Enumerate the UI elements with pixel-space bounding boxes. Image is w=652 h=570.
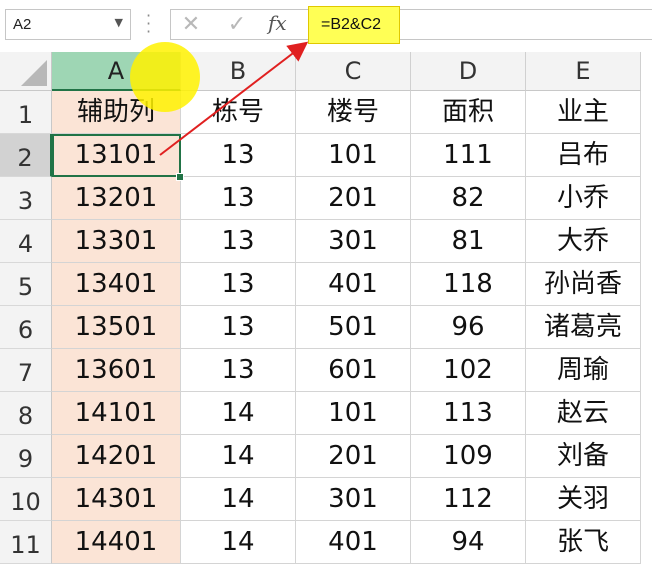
cell-b8[interactable]: 14 (181, 392, 296, 435)
cell-e5[interactable]: 孙尚香 (526, 263, 641, 306)
cell-b6[interactable]: 13 (181, 306, 296, 349)
insert-function-icon[interactable]: fx (268, 11, 287, 35)
cell-a8[interactable]: 14101 (52, 392, 181, 435)
cell-a6[interactable]: 13501 (52, 306, 181, 349)
formula-highlight[interactable]: =B2&C2 (308, 6, 400, 44)
row-header-5[interactable]: 5 (0, 263, 52, 306)
cell-e11[interactable]: 张飞 (526, 521, 641, 564)
cell-d7[interactable]: 102 (411, 349, 526, 392)
enter-icon[interactable]: ✓ (222, 10, 252, 40)
row-header-2[interactable]: 2 (0, 134, 52, 177)
cell-c1[interactable]: 楼号 (296, 91, 411, 134)
formula-bar-area: A2 ▼ · · · ✕ ✓ fx =B2&C2 (0, 0, 652, 50)
cell-a10[interactable]: 14301 (52, 478, 181, 521)
cell-a4[interactable]: 13301 (52, 220, 181, 263)
cell-d3[interactable]: 82 (411, 177, 526, 220)
cell-e2[interactable]: 吕布 (526, 134, 641, 177)
splitter-handle-icon[interactable]: · · · (146, 8, 151, 40)
cell-c10[interactable]: 301 (296, 478, 411, 521)
cell-e9[interactable]: 刘备 (526, 435, 641, 478)
cell-a9[interactable]: 14201 (52, 435, 181, 478)
cell-a11[interactable]: 14401 (52, 521, 181, 564)
row-header-3[interactable]: 3 (0, 177, 52, 220)
cell-b7[interactable]: 13 (181, 349, 296, 392)
row-header-1[interactable]: 1 (0, 91, 52, 134)
select-all-icon (21, 60, 47, 86)
cell-d8[interactable]: 113 (411, 392, 526, 435)
cell-c2[interactable]: 101 (296, 134, 411, 177)
cell-b1[interactable]: 栋号 (181, 91, 296, 134)
cell-e6[interactable]: 诸葛亮 (526, 306, 641, 349)
row-header-8[interactable]: 8 (0, 392, 52, 435)
cell-b2[interactable]: 13 (181, 134, 296, 177)
row-header-4[interactable]: 4 (0, 220, 52, 263)
cell-e8[interactable]: 赵云 (526, 392, 641, 435)
cell-d11[interactable]: 94 (411, 521, 526, 564)
cell-a7[interactable]: 13601 (52, 349, 181, 392)
cell-c5[interactable]: 401 (296, 263, 411, 306)
cell-c3[interactable]: 201 (296, 177, 411, 220)
cell-d6[interactable]: 96 (411, 306, 526, 349)
cursor-highlight (130, 42, 200, 112)
name-box-value: A2 (13, 16, 32, 33)
column-header-d[interactable]: D (411, 52, 526, 91)
cell-c7[interactable]: 601 (296, 349, 411, 392)
cell-b11[interactable]: 14 (181, 521, 296, 564)
formula-text: =B2&C2 (321, 16, 382, 33)
cell-d9[interactable]: 109 (411, 435, 526, 478)
cell-d2[interactable]: 111 (411, 134, 526, 177)
cell-e3[interactable]: 小乔 (526, 177, 641, 220)
cell-d4[interactable]: 81 (411, 220, 526, 263)
cell-c8[interactable]: 101 (296, 392, 411, 435)
cell-a5[interactable]: 13401 (52, 263, 181, 306)
cell-d1[interactable]: 面积 (411, 91, 526, 134)
cell-c4[interactable]: 301 (296, 220, 411, 263)
column-header-c[interactable]: C (296, 52, 411, 91)
cell-d5[interactable]: 118 (411, 263, 526, 306)
fill-handle[interactable] (176, 173, 184, 181)
cell-c11[interactable]: 401 (296, 521, 411, 564)
cancel-icon[interactable]: ✕ (176, 10, 206, 40)
cell-c9[interactable]: 201 (296, 435, 411, 478)
cell-d10[interactable]: 112 (411, 478, 526, 521)
cell-a2[interactable]: 13101 (52, 134, 181, 177)
select-all-corner[interactable] (0, 52, 52, 91)
name-box[interactable]: A2 ▼ (5, 9, 131, 40)
row-header-10[interactable]: 10 (0, 478, 52, 521)
row-header-9[interactable]: 9 (0, 435, 52, 478)
cell-e1[interactable]: 业主 (526, 91, 641, 134)
cell-e7[interactable]: 周瑜 (526, 349, 641, 392)
cell-c6[interactable]: 501 (296, 306, 411, 349)
cell-b5[interactable]: 13 (181, 263, 296, 306)
row-header-11[interactable]: 11 (0, 521, 52, 564)
column-header-e[interactable]: E (526, 52, 641, 91)
cell-b9[interactable]: 14 (181, 435, 296, 478)
row-header-6[interactable]: 6 (0, 306, 52, 349)
chevron-down-icon[interactable]: ▼ (115, 16, 123, 29)
cell-b10[interactable]: 14 (181, 478, 296, 521)
row-header-7[interactable]: 7 (0, 349, 52, 392)
cell-e10[interactable]: 关羽 (526, 478, 641, 521)
cell-b4[interactable]: 13 (181, 220, 296, 263)
cell-b3[interactable]: 13 (181, 177, 296, 220)
cell-e4[interactable]: 大乔 (526, 220, 641, 263)
cell-a3[interactable]: 13201 (52, 177, 181, 220)
